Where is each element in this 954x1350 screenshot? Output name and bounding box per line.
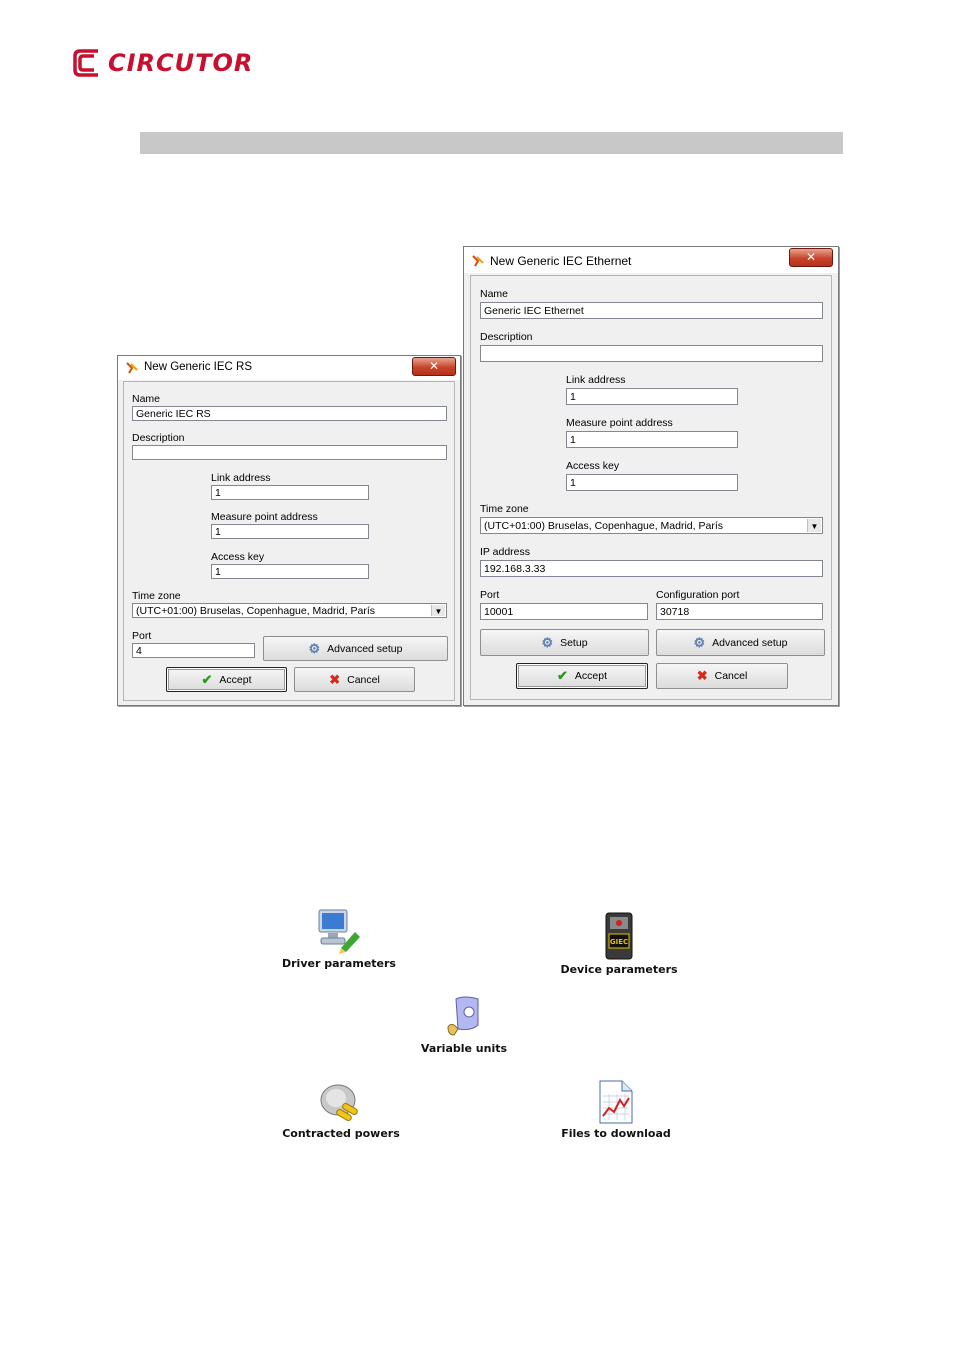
accept-button[interactable]: ✔ Accept	[166, 667, 287, 692]
link-address-input[interactable]: 1	[211, 485, 369, 500]
section-header-bar	[140, 132, 843, 154]
access-key-input[interactable]: 1	[566, 474, 738, 491]
dialog-body: Name Generic IEC Ethernet Description Li…	[470, 275, 832, 700]
time-zone-select[interactable]: (UTC+01:00) Bruselas, Copenhague, Madrid…	[132, 603, 447, 618]
power-plug-icon	[320, 1084, 358, 1121]
cancel-button[interactable]: ✖ Cancel	[656, 663, 788, 689]
measure-point-input[interactable]: 1	[566, 431, 738, 448]
gears-icon: ⚙	[693, 634, 706, 650]
gears-icon: ⚙	[308, 640, 321, 656]
accept-button[interactable]: ✔ Accept	[516, 663, 648, 689]
driver-parameters-label: Driver parameters	[282, 957, 396, 970]
dialog-body: Name Generic IEC RS Description Link add…	[123, 381, 455, 701]
computer-pencil-icon	[318, 909, 360, 954]
dialog-title: New Generic IEC RS	[144, 361, 253, 373]
checkmark-icon: ✔	[556, 668, 568, 683]
measure-point-label: Measure point address	[566, 417, 673, 429]
setup-label: Setup	[560, 636, 588, 649]
setup-button[interactable]: ⚙ Setup	[480, 629, 649, 656]
advanced-setup-button[interactable]: ⚙ Advanced setup	[263, 636, 448, 661]
close-button[interactable]: ✕	[789, 248, 833, 267]
accept-label: Accept	[574, 670, 607, 682]
chevron-down-icon[interactable]: ▼	[431, 605, 445, 616]
close-button[interactable]: ✕	[412, 357, 456, 376]
dialog-title: New Generic IEC Ethernet	[490, 254, 632, 268]
chevron-down-icon[interactable]: ▼	[807, 519, 821, 532]
port-input[interactable]: 4	[132, 643, 255, 658]
device-parameters-label: Device parameters	[560, 963, 678, 976]
name-input[interactable]: Generic IEC Ethernet	[480, 302, 823, 319]
files-to-download-label: Files to download	[561, 1127, 671, 1140]
advanced-setup-label: Advanced setup	[712, 636, 788, 649]
cancel-label: Cancel	[714, 670, 748, 682]
app-icon	[472, 255, 484, 267]
dialog-titlebar: New Generic IEC Ethernet ✕	[464, 247, 838, 273]
access-key-label: Access key	[566, 460, 620, 472]
cancel-button[interactable]: ✖ Cancel	[294, 667, 415, 692]
driver-parameters-item[interactable]: Driver parameters	[278, 908, 400, 970]
chart-file-icon	[599, 1080, 633, 1124]
measure-point-input[interactable]: 1	[211, 524, 369, 539]
port-input[interactable]: 10001	[480, 603, 648, 620]
device-parameters-item[interactable]: GIEC Device parameters	[556, 912, 682, 976]
advanced-setup-label: Advanced setup	[327, 642, 403, 655]
time-zone-label: Time zone	[480, 503, 529, 515]
app-icon	[126, 362, 138, 374]
description-label: Description	[132, 432, 185, 444]
time-zone-value: (UTC+01:00) Bruselas, Copenhague, Madrid…	[136, 605, 375, 617]
cancel-label: Cancel	[347, 673, 380, 686]
contracted-powers-label: Contracted powers	[282, 1127, 400, 1140]
time-zone-value: (UTC+01:00) Bruselas, Copenhague, Madrid…	[484, 520, 723, 532]
circutor-logo: CIRCUTOR	[72, 46, 253, 80]
dialog-generic-iec-rs: New Generic IEC RS ✕ Name Generic IEC RS…	[117, 355, 461, 706]
name-label: Name	[480, 288, 509, 300]
ip-address-label: IP address	[480, 546, 531, 558]
link-address-label: Link address	[211, 472, 271, 484]
contracted-powers-item[interactable]: Contracted powers	[280, 1082, 402, 1140]
link-address-label: Link address	[566, 374, 626, 386]
circutor-logo-icon	[73, 49, 98, 77]
description-input[interactable]	[480, 345, 823, 362]
description-label: Description	[480, 331, 533, 343]
cancel-icon: ✖	[696, 668, 708, 683]
name-label: Name	[132, 393, 161, 405]
configuration-port-label: Configuration port	[656, 589, 740, 601]
description-input[interactable]	[132, 445, 447, 460]
port-label: Port	[132, 630, 152, 642]
port-label: Port	[480, 589, 500, 601]
access-key-label: Access key	[211, 551, 265, 563]
files-to-download-item[interactable]: Files to download	[556, 1080, 676, 1140]
variable-units-label: Variable units	[420, 1042, 508, 1055]
device-meter-icon: GIEC	[605, 912, 633, 960]
logo-text: CIRCUTOR	[108, 49, 254, 77]
device-badge: GIEC	[610, 938, 628, 946]
accept-label: Accept	[219, 673, 252, 686]
dialog-titlebar: New Generic IEC RS ✕	[118, 356, 460, 380]
link-address-input[interactable]: 1	[566, 388, 738, 405]
checkmark-icon: ✔	[201, 671, 213, 687]
time-zone-label: Time zone	[132, 590, 181, 602]
configuration-port-input[interactable]: 30718	[656, 603, 823, 620]
cancel-icon: ✖	[329, 671, 341, 687]
variable-units-item[interactable]: Variable units	[412, 995, 516, 1055]
measure-point-label: Measure point address	[211, 511, 318, 523]
advanced-setup-button[interactable]: ⚙ Advanced setup	[656, 629, 825, 656]
variable-units-icon	[447, 996, 479, 1036]
ip-address-input[interactable]: 192.168.3.33	[480, 560, 823, 577]
gears-icon: ⚙	[541, 634, 554, 650]
name-input[interactable]: Generic IEC RS	[132, 406, 447, 421]
dialog-generic-iec-ethernet: New Generic IEC Ethernet ✕ Name Generic …	[463, 246, 839, 706]
access-key-input[interactable]: 1	[211, 564, 369, 579]
time-zone-select[interactable]: (UTC+01:00) Bruselas, Copenhague, Madrid…	[480, 517, 823, 534]
